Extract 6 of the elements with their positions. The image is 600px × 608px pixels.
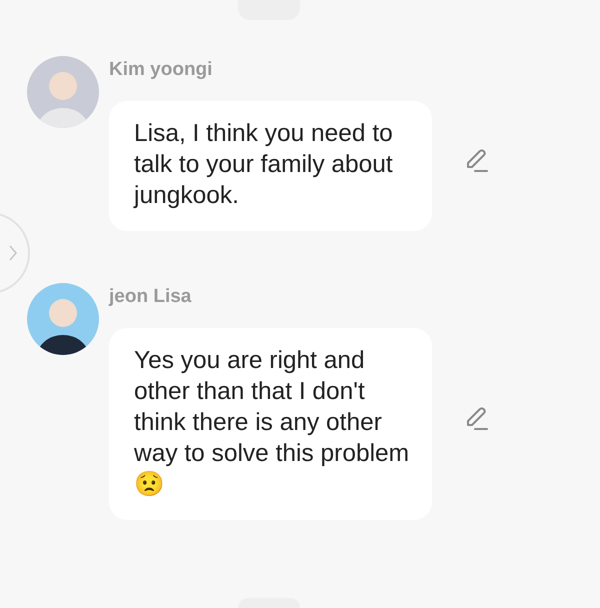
message-bubble: Lisa, I think you need to talk to your family about jungkook.	[109, 101, 432, 231]
sender-name: Kim yoongi	[109, 58, 214, 82]
sender-name: jeon Lisa	[109, 285, 192, 309]
message-bubble: Yes you are right and other than that I don't think there is any other way to solve this problem 😟	[109, 328, 432, 520]
pencil-icon[interactable]	[464, 406, 490, 432]
pencil-icon[interactable]	[464, 148, 490, 174]
